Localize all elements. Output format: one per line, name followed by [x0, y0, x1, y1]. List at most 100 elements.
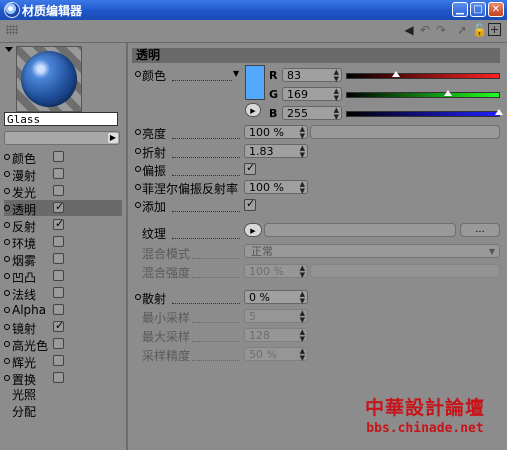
channel-checkbox[interactable] — [53, 270, 64, 281]
sidebar-item-channel[interactable]: 辉光 — [4, 353, 122, 370]
animate-dot[interactable] — [4, 358, 10, 364]
blend-strength-input[interactable]: 100 % ▲ ▼ — [244, 264, 308, 279]
r-slider[interactable] — [346, 71, 500, 79]
channel-checkbox[interactable] — [53, 355, 64, 366]
animate-dot[interactable] — [135, 166, 141, 172]
sidebar-item-channel[interactable]: 烟雾 — [4, 251, 122, 268]
sidebar-item-channel[interactable]: 镜射 — [4, 319, 122, 336]
spinner-icon[interactable]: ▲ ▼ — [300, 310, 305, 324]
channel-checkbox[interactable] — [53, 253, 64, 264]
material-name-field[interactable]: Glass — [4, 112, 118, 126]
texture-browse-button[interactable]: ... — [460, 223, 500, 237]
animate-dot[interactable] — [4, 273, 10, 279]
color-picker-button[interactable]: ▶ — [245, 103, 261, 117]
channel-checkbox[interactable] — [53, 319, 64, 332]
preview-scroll[interactable]: ▶ — [4, 131, 120, 145]
spinner-icon[interactable]: ▲ ▼ — [334, 69, 339, 83]
channel-checkbox[interactable] — [53, 372, 64, 383]
animate-dot[interactable] — [4, 188, 10, 194]
animate-dot[interactable] — [4, 171, 10, 177]
r-slider-thumb[interactable] — [392, 71, 400, 77]
r-input[interactable]: 83 ▲ ▼ — [282, 68, 342, 83]
maximize-button[interactable]: □ — [470, 2, 486, 17]
spinner-icon[interactable]: ▲ ▼ — [334, 107, 339, 121]
spinner-icon[interactable]: ▲ ▼ — [300, 145, 305, 159]
sidebar-item-channel[interactable]: 环境 — [4, 234, 122, 251]
animate-dot[interactable] — [4, 222, 10, 228]
sidebar-item-channel[interactable]: 置换 — [4, 370, 122, 387]
channel-checkbox[interactable] — [53, 151, 64, 162]
new-panel-icon[interactable]: + — [488, 23, 501, 36]
sidebar-item-channel[interactable]: 透明 — [4, 200, 122, 217]
animate-dot[interactable] — [135, 129, 141, 135]
channel-checkbox[interactable] — [53, 200, 64, 213]
spinner-icon[interactable]: ▲ ▼ — [300, 348, 305, 362]
animate-dot[interactable] — [4, 290, 10, 296]
sidebar-item-channel[interactable]: 高光色 — [4, 336, 122, 353]
sidebar-item-channel[interactable]: 凹凸 — [4, 268, 122, 285]
sidebar-item-channel[interactable]: 颜色 — [4, 149, 122, 166]
sample-accuracy-input[interactable]: 50 % ▲ ▼ — [244, 347, 308, 362]
menu-arrow-icon[interactable] — [5, 47, 13, 52]
animate-dot[interactable] — [135, 148, 141, 154]
texture-menu-button[interactable]: ▶ — [244, 223, 262, 237]
b-input[interactable]: 255 ▲ ▼ — [282, 106, 342, 121]
b-slider[interactable] — [346, 109, 503, 117]
animate-dot[interactable] — [4, 154, 10, 160]
spinner-icon[interactable]: ▲ ▼ — [334, 88, 339, 102]
animate-dot[interactable] — [4, 205, 10, 211]
spinner-icon[interactable]: ▲ ▼ — [300, 126, 305, 140]
channel-checkbox[interactable] — [53, 236, 64, 247]
undo-icon[interactable]: ↶ — [418, 23, 432, 37]
animate-dot[interactable] — [4, 324, 10, 330]
sidebar-item-channel[interactable]: 发光 — [4, 183, 122, 200]
animate-dot[interactable] — [135, 202, 141, 208]
color-menu-icon[interactable]: ▼ — [233, 69, 239, 78]
channel-checkbox[interactable] — [53, 287, 64, 298]
channel-checkbox[interactable] — [53, 304, 64, 315]
g-slider[interactable] — [346, 90, 500, 98]
brightness-input[interactable]: 100 % ▲ ▼ — [244, 125, 308, 140]
sidebar-item-assign[interactable]: 分配 — [12, 403, 36, 420]
material-preview[interactable] — [16, 46, 82, 112]
minimize-button[interactable]: ▁ — [452, 2, 468, 17]
blur-input[interactable]: 0 % ▲ ▼ — [244, 290, 308, 305]
additive-checkbox[interactable] — [244, 197, 256, 211]
spinner-icon[interactable]: ▲ ▼ — [300, 181, 305, 195]
blend-strength-slider[interactable] — [310, 264, 500, 278]
fresnel-input[interactable]: 100 % ▲ ▼ — [244, 180, 308, 195]
color-swatch[interactable] — [245, 65, 265, 100]
pin-icon[interactable]: ➚ — [455, 23, 469, 37]
refraction-input[interactable]: 1.83 ▲ ▼ — [244, 144, 308, 159]
channel-checkbox[interactable] — [53, 338, 64, 349]
sidebar-item-channel[interactable]: 漫射 — [4, 166, 122, 183]
back-arrow-icon[interactable]: ◀ — [402, 23, 416, 37]
animate-dot[interactable] — [4, 307, 10, 313]
animate-dot[interactable] — [4, 341, 10, 347]
animate-dot[interactable] — [135, 71, 141, 77]
min-samples-input[interactable]: 5 ▲ ▼ — [244, 309, 308, 324]
brightness-slider[interactable] — [310, 125, 500, 139]
polarize-checkbox[interactable] — [244, 161, 256, 175]
channel-checkbox[interactable] — [53, 168, 64, 179]
g-slider-thumb[interactable] — [444, 90, 452, 96]
animate-dot[interactable] — [4, 375, 10, 381]
spinner-icon[interactable]: ▲ ▼ — [300, 291, 305, 305]
redo-icon[interactable]: ↷ — [434, 23, 448, 37]
texture-slot[interactable] — [264, 223, 456, 237]
close-button[interactable]: ✕ — [488, 2, 504, 17]
lock-icon[interactable]: 🔓 — [472, 23, 487, 37]
scroll-right-icon[interactable]: ▶ — [108, 133, 118, 143]
sidebar-item-channel[interactable]: 法线 — [4, 285, 122, 302]
animate-dot[interactable] — [4, 256, 10, 262]
spinner-icon[interactable]: ▲ ▼ — [300, 265, 305, 279]
animate-dot[interactable] — [135, 294, 141, 300]
channel-checkbox[interactable] — [53, 185, 64, 196]
sidebar-item-channel[interactable]: 反射 — [4, 217, 122, 234]
channel-checkbox[interactable] — [53, 217, 64, 230]
blend-mode-select[interactable]: 正常 ▼ — [244, 244, 500, 258]
sidebar-item-illumination[interactable]: 光照 — [12, 386, 36, 403]
max-samples-input[interactable]: 128 ▲ ▼ — [244, 328, 308, 343]
spinner-icon[interactable]: ▲ ▼ — [300, 329, 305, 343]
sidebar-item-channel[interactable]: Alpha — [4, 302, 122, 318]
